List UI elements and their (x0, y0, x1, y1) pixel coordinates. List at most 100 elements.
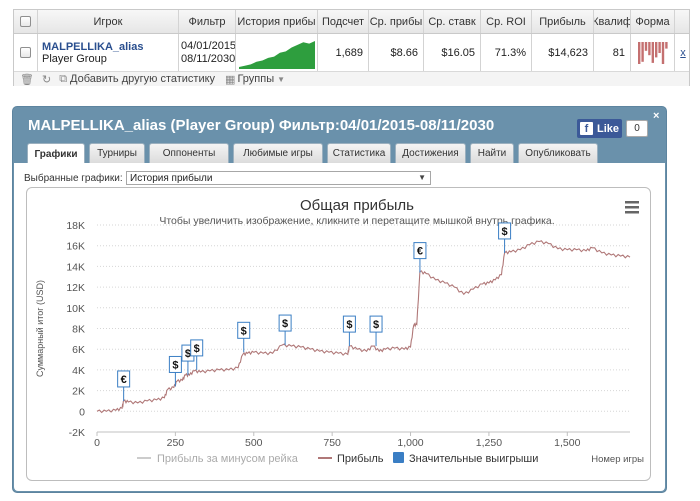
y-tick-label: 8K (72, 324, 85, 336)
graph-select-value: История прибыли (130, 172, 213, 184)
graph-select-label: Выбранные графики: (24, 173, 123, 184)
facebook-like-label: Like (597, 122, 620, 135)
header-player[interactable]: Игрок (38, 10, 179, 33)
x-tick-label: 1,500 (554, 437, 580, 449)
menu-icon-bar (625, 211, 639, 214)
table-footer: 🗑 ↻ ⧉ Добавить другую статистику ▦ Групп… (14, 72, 689, 86)
remove-cell: x (675, 34, 691, 71)
row-checkbox[interactable] (20, 47, 31, 58)
y-tick-label: 10K (66, 303, 85, 315)
filter-cell: 04/01/2015 08/11/2030 (179, 34, 236, 71)
header-filter[interactable]: Фильтр (179, 10, 236, 33)
chart-container[interactable]: Общая прибыль Чтобы увеличить изображение… (26, 187, 651, 481)
player-group: Player Group (42, 52, 107, 65)
refresh-icon[interactable]: ↻ (42, 73, 51, 86)
player-stats-table: Игрок Фильтр История прибы Подсчет Ср. п… (13, 9, 690, 86)
player-cell: MALPELLIKA_alias Player Group (38, 34, 179, 71)
table-row[interactable]: MALPELLIKA_alias Player Group 04/01/2015… (14, 34, 689, 72)
header-qualify[interactable]: Квалиф (594, 10, 631, 33)
header-profit[interactable]: Прибыль (532, 10, 594, 33)
y-tick-label: 14K (66, 261, 85, 273)
groups-dropdown[interactable]: Группы (237, 73, 274, 85)
legend-label-wins[interactable]: Значительные выигрыши (409, 453, 538, 465)
facebook-icon: f (580, 122, 593, 135)
qualify-value: 81 (594, 34, 631, 71)
facebook-like-button[interactable]: f Like (577, 119, 622, 138)
legend-label-net[interactable]: Прибыль за минусом рейка (157, 453, 299, 465)
panel-title: MALPELLIKA_alias (Player Group) Фильтр:0… (28, 117, 495, 134)
close-icon[interactable]: × (653, 110, 659, 122)
tab-publish[interactable]: Опубликовать (518, 143, 598, 163)
win-flag-symbol: $ (185, 348, 191, 360)
menu-icon[interactable] (625, 201, 639, 214)
win-flag-symbol: $ (282, 318, 288, 330)
profit-history-cell (236, 34, 318, 71)
win-flag-symbol: € (121, 374, 127, 386)
header-checkbox-cell[interactable] (14, 10, 38, 33)
tab-search[interactable]: Найти (470, 143, 514, 163)
form-bar (647, 41, 651, 55)
win-flag-symbol: $ (194, 343, 200, 355)
add-stats-link[interactable]: Добавить другую статистику (70, 73, 215, 85)
form-bar (657, 41, 661, 53)
tab-achievements[interactable]: Достижения (395, 143, 466, 163)
filter-to: 08/11/2030 (181, 52, 236, 65)
table-header: Игрок Фильтр История прибы Подсчет Ср. п… (14, 10, 689, 34)
sparkline-area (238, 40, 315, 69)
header-remove (675, 10, 691, 33)
header-avg-profit[interactable]: Ср. прибы (369, 10, 424, 33)
win-flag-symbol: $ (373, 319, 379, 331)
legend-swatch-wins (393, 452, 404, 463)
y-tick-label: 0 (79, 406, 85, 418)
tab-statistics[interactable]: Статистика (327, 143, 391, 163)
y-axis-label: Суммарный итог (USD) (35, 280, 45, 377)
form-bars (637, 41, 668, 64)
count-value: 1,689 (318, 34, 369, 71)
x-tick-label: 1,250 (476, 437, 502, 449)
tab-content: Выбранные графики: История прибыли ▼ Общ… (14, 163, 665, 491)
form-bar (651, 41, 654, 63)
row-checkbox-cell[interactable] (14, 34, 38, 71)
graph-select[interactable]: История прибыли ▼ (126, 171, 431, 185)
form-bar (637, 41, 640, 64)
chart-title: Общая прибыль (300, 197, 414, 214)
x-axis-label: Номер игры (591, 454, 644, 465)
x-tick-label: 750 (323, 437, 341, 449)
avg-profit-value: $8.66 (369, 34, 424, 71)
tab-favorite-games[interactable]: Любимые игры (233, 143, 323, 163)
copy-icon[interactable]: ⧉ (59, 73, 67, 86)
player-name-link[interactable]: MALPELLIKA_alias (42, 41, 143, 53)
tab-tournaments[interactable]: Турниры (89, 143, 145, 163)
y-tick-label: 2K (72, 386, 85, 398)
form-bar (640, 41, 644, 62)
win-flag-symbol: $ (172, 359, 178, 371)
form-cell (631, 34, 675, 71)
win-flag-symbol: $ (241, 325, 247, 337)
win-flag-symbol: $ (346, 319, 352, 331)
y-tick-label: 16K (66, 241, 85, 253)
header-avg-stake[interactable]: Ср. ставк (424, 10, 481, 33)
form-bar (664, 41, 668, 49)
header-form[interactable]: Форма (631, 10, 675, 33)
trash-icon[interactable]: 🗑 (20, 73, 34, 86)
profit-value: $14,623 (532, 34, 594, 71)
chart-subtitle: Чтобы увеличить изображение, кликните и … (159, 215, 554, 227)
tab-opponents[interactable]: Оппоненты (149, 143, 229, 163)
x-tick-label: 250 (167, 437, 185, 449)
header-count[interactable]: Подсчет (318, 10, 369, 33)
win-flag-symbol: $ (502, 226, 508, 238)
profit-chart[interactable]: Общая прибыльЧтобы увеличить изображение… (27, 188, 651, 481)
select-all-checkbox[interactable] (20, 16, 31, 27)
y-tick-label: 4K (72, 365, 85, 377)
y-tick-label: -2K (69, 427, 85, 439)
header-profit-history[interactable]: История прибы (236, 10, 318, 33)
x-tick-label: 1,000 (397, 437, 423, 449)
profit-history-sparkline (238, 40, 315, 69)
header-avg-roi[interactable]: Ср. ROI (481, 10, 532, 33)
tab-charts[interactable]: Графики (27, 143, 85, 165)
legend-label-profit[interactable]: Прибыль (337, 453, 384, 465)
remove-row-link[interactable]: x (680, 47, 686, 59)
filter-from: 04/01/2015 (181, 39, 236, 52)
chevron-down-icon[interactable]: ▼ (277, 75, 285, 84)
y-tick-label: 6K (72, 344, 85, 356)
